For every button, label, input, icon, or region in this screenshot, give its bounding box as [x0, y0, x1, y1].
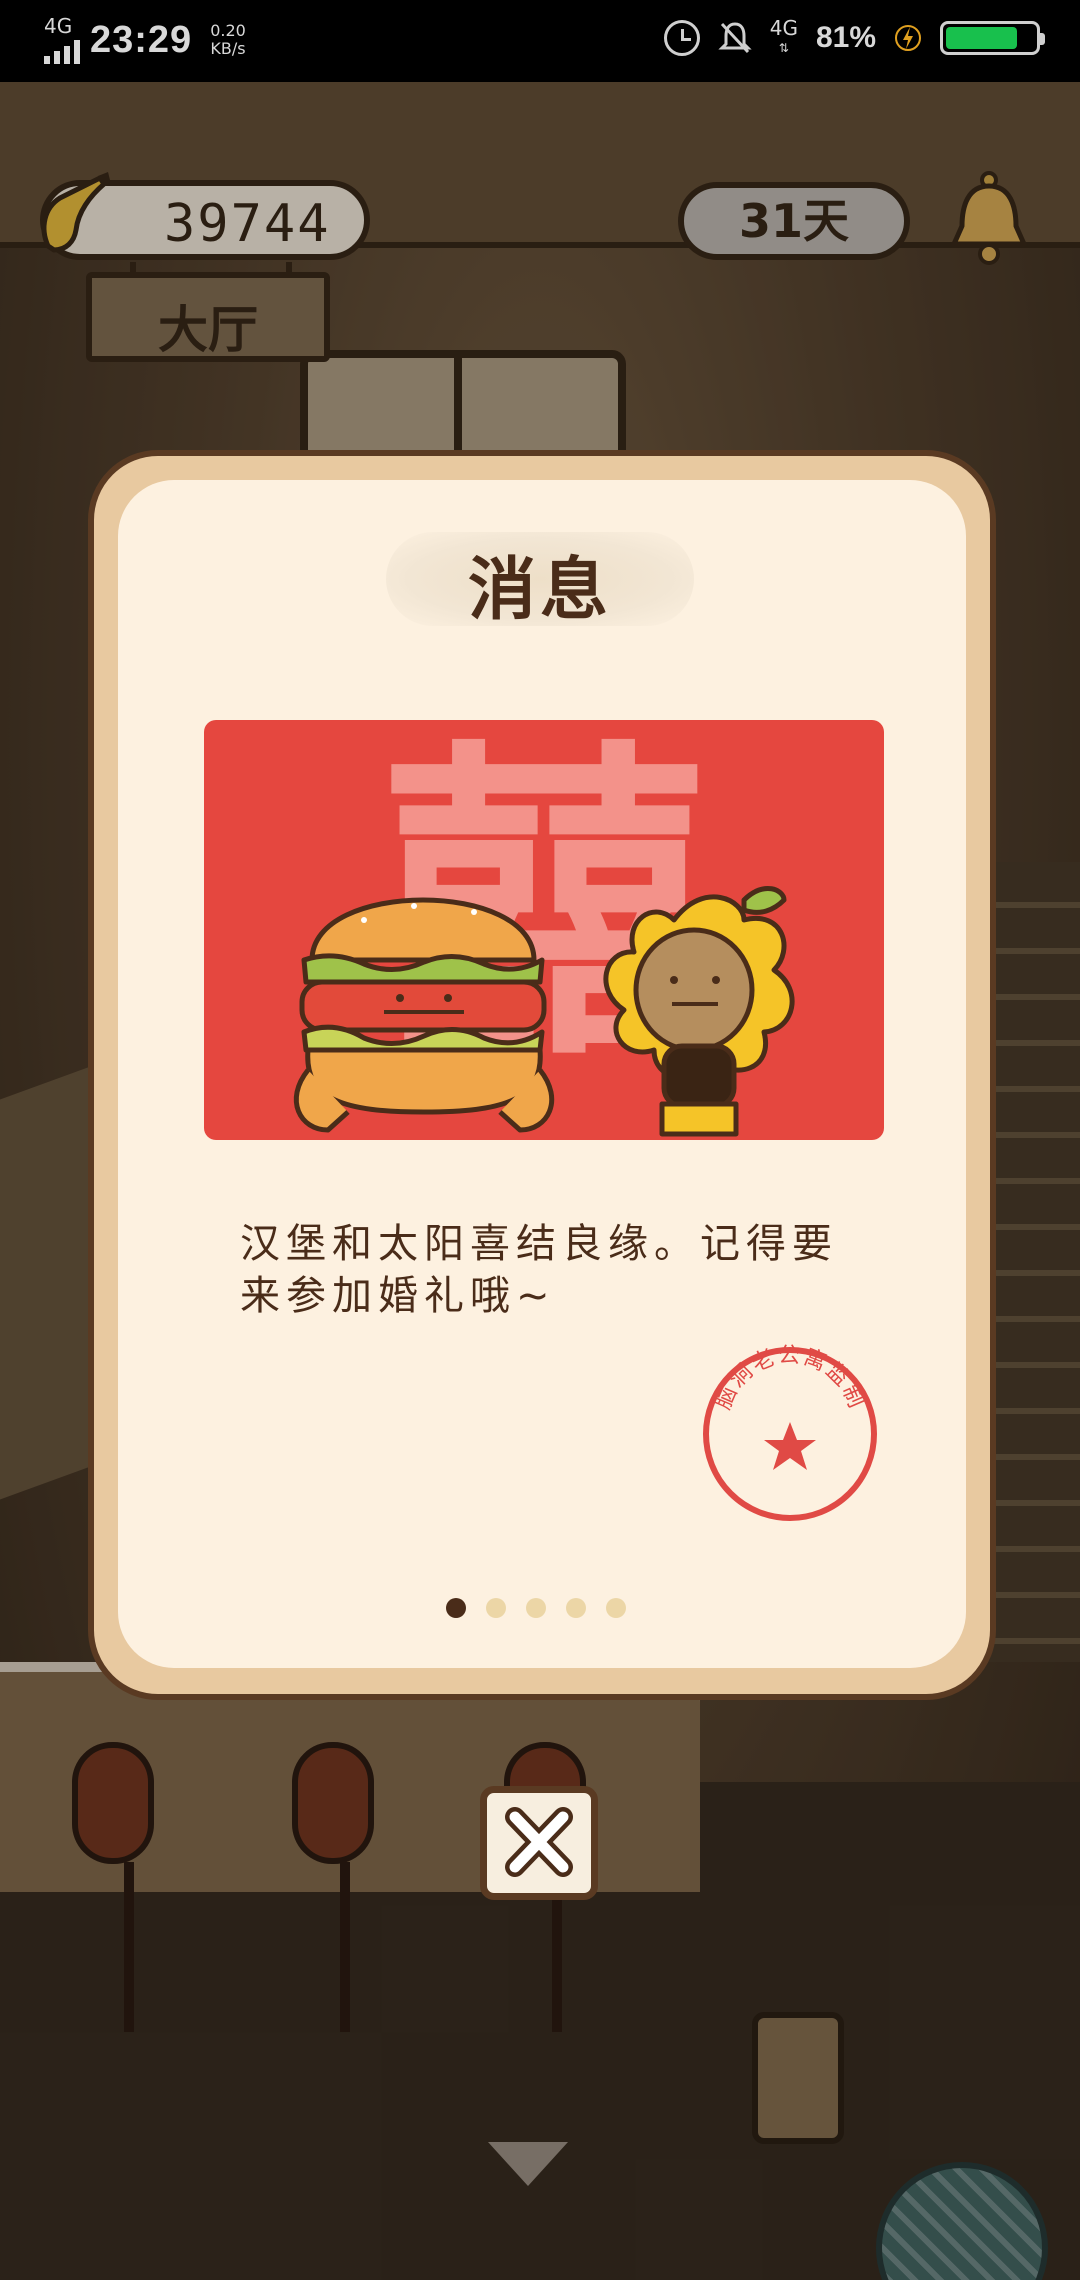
- status-right: 4G ⇅ 81%: [663, 16, 1045, 58]
- close-icon: [505, 1807, 573, 1877]
- clock: 23:29: [90, 18, 193, 61]
- battery-percent: 81%: [815, 21, 876, 54]
- status-bar: 4G 23:29 0.20 KB/s 4G ⇅ 81%: [0, 0, 1080, 82]
- bell-muted-icon: [718, 22, 752, 54]
- alarm-icon: [663, 20, 700, 56]
- star-icon: [764, 1422, 816, 1470]
- page-dot[interactable]: [486, 1598, 506, 1618]
- dialog-title: 消息: [467, 551, 612, 630]
- status-left: 4G 23:29 0.20 KB/s: [44, 16, 246, 64]
- message-text: 汉堡和太阳喜结良缘。记得要来参加婚礼哦~: [240, 1221, 838, 1319]
- network-type-2: 4G: [769, 16, 798, 40]
- page-dot[interactable]: [606, 1598, 626, 1618]
- network-speed: 0.20 KB/s: [210, 22, 246, 58]
- page-dot[interactable]: [526, 1598, 546, 1618]
- battery-fill: [946, 27, 1018, 49]
- official-stamp: 脑洞老公寓监制: [703, 1344, 877, 1521]
- speed-value: 0.20: [210, 21, 246, 40]
- close-button[interactable]: [480, 1786, 598, 1900]
- sunflower-character: [603, 886, 795, 1137]
- page-dot[interactable]: [566, 1598, 586, 1618]
- battery-icon: [940, 21, 1045, 55]
- network-indicator-2: 4G ⇅: [769, 16, 798, 55]
- svg-text:脑洞老公寓监制: 脑洞老公寓监制: [711, 1344, 869, 1413]
- page-dot[interactable]: [446, 1598, 466, 1618]
- speed-unit: KB/s: [210, 39, 246, 58]
- burger-character: [293, 886, 795, 1137]
- signal-group: 4G: [44, 16, 80, 64]
- signal-icon: [44, 36, 80, 64]
- wedding-card-image: 囍: [204, 720, 884, 1140]
- network-type: 4G: [44, 14, 73, 38]
- stamp-text: 脑洞老公寓监制: [711, 1344, 867, 1413]
- charging-icon: [895, 25, 921, 51]
- pagination-dots: [446, 1598, 626, 1618]
